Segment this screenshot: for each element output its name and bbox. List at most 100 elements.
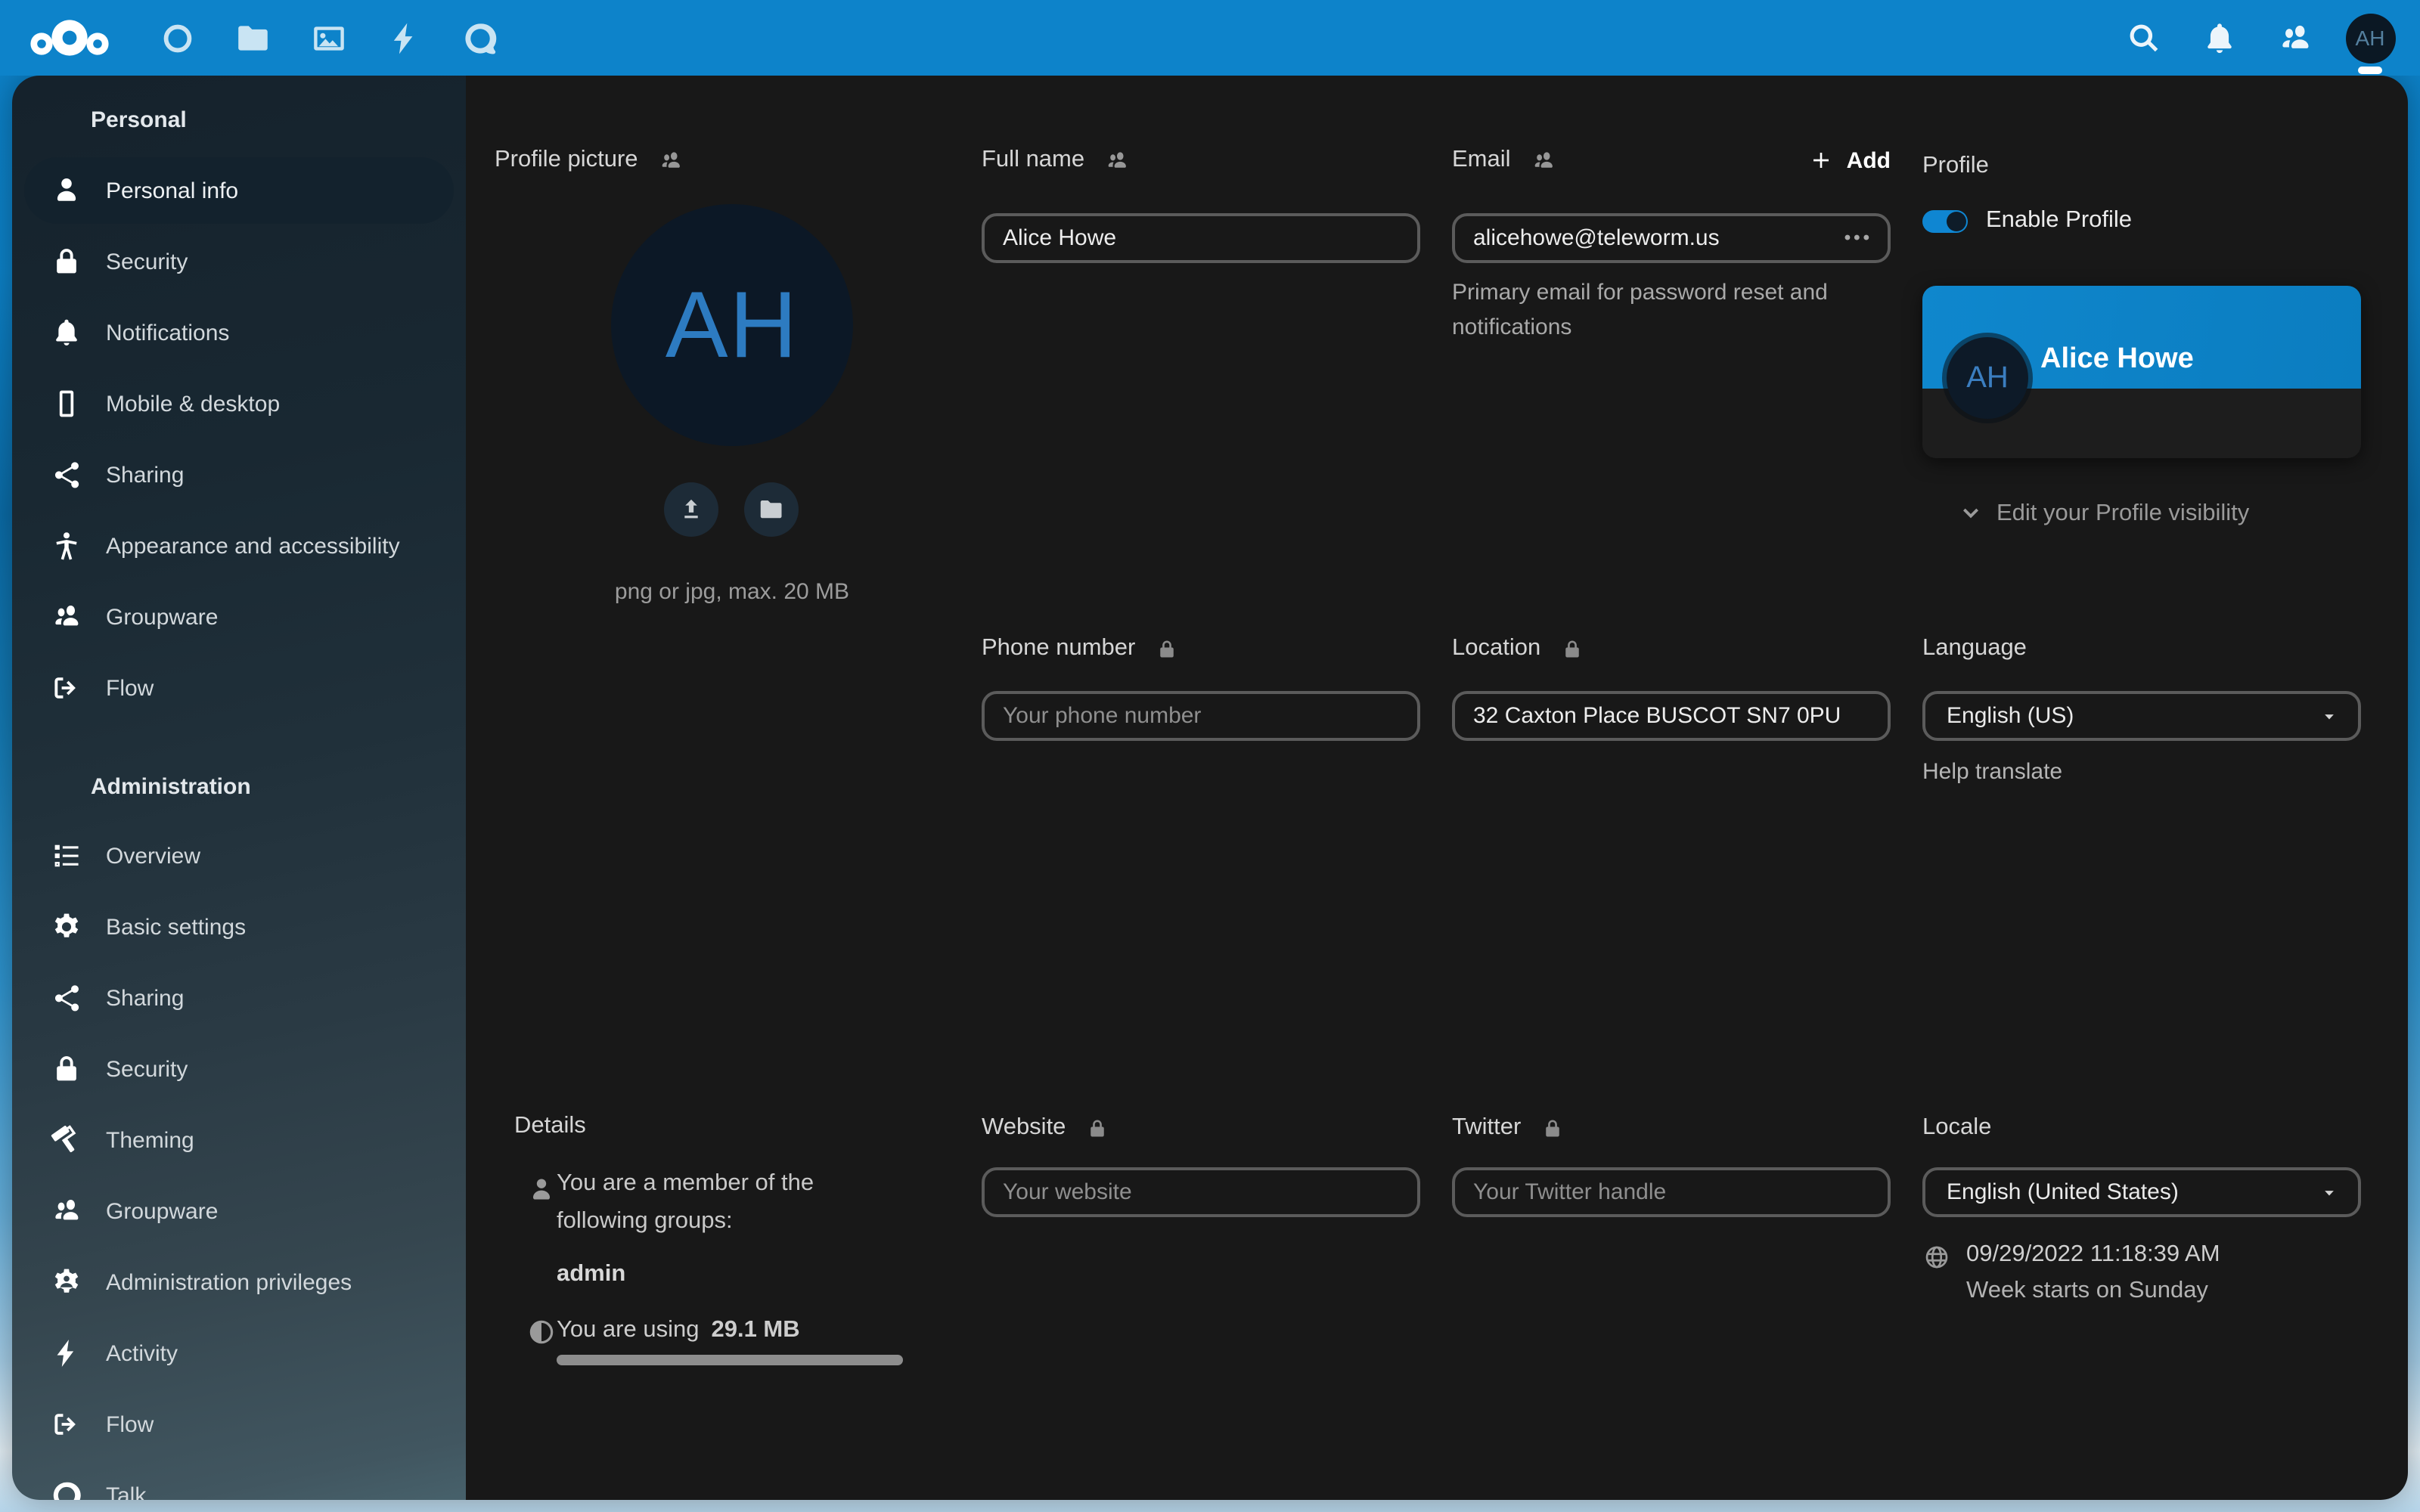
sidebar-item-admin-sharing[interactable]: Sharing bbox=[24, 965, 454, 1031]
profile-heading: Profile bbox=[1922, 150, 2361, 183]
phone-input[interactable] bbox=[982, 691, 1420, 741]
phone-label: Phone number bbox=[982, 635, 1135, 662]
sidebar-item-label: Activity bbox=[106, 1340, 178, 1366]
nextcloud-logo[interactable] bbox=[0, 0, 139, 76]
dashboard-icon bbox=[158, 19, 196, 57]
sidebar-item-admin-talk[interactable]: Talk bbox=[24, 1462, 454, 1500]
language-field: Language English (US) Help translate bbox=[1922, 632, 2361, 785]
personal-info-main: Profile picture AH png or jpg, max. 20 M… bbox=[466, 76, 2408, 1500]
sidebar-item-flow[interactable]: Flow bbox=[24, 655, 454, 721]
unified-search-button[interactable] bbox=[2105, 0, 2181, 76]
edit-profile-visibility[interactable]: Edit your Profile visibility bbox=[1956, 499, 2249, 529]
enable-profile-label: Enable Profile bbox=[1986, 207, 2132, 234]
app-photos-button[interactable] bbox=[290, 0, 366, 76]
sidebar-section-administration: Administration bbox=[91, 771, 454, 804]
language-label: Language bbox=[1922, 635, 2027, 662]
twitter-input[interactable] bbox=[1452, 1167, 1891, 1217]
talk-bubble-icon bbox=[461, 19, 498, 57]
sidebar-item-admin-flow[interactable]: Flow bbox=[24, 1391, 454, 1458]
notifications-button[interactable] bbox=[2181, 0, 2257, 76]
email-input[interactable] bbox=[1452, 213, 1891, 263]
add-email-button[interactable]: Add bbox=[1809, 147, 1891, 173]
bolt-icon bbox=[50, 1337, 83, 1370]
scope-federation-icon[interactable] bbox=[1531, 147, 1556, 173]
sidebar-item-admin-privileges[interactable]: Administration privileges bbox=[24, 1249, 454, 1315]
sidebar-item-label: Flow bbox=[106, 675, 154, 701]
top-bar: AH bbox=[0, 0, 2420, 76]
activity-bolt-icon bbox=[385, 19, 423, 57]
language-select[interactable]: English (US) bbox=[1922, 691, 2361, 741]
lock-icon[interactable] bbox=[1085, 1117, 1108, 1139]
sidebar-section-personal: Personal bbox=[91, 104, 454, 138]
upload-avatar-button[interactable] bbox=[664, 482, 718, 537]
location-input[interactable] bbox=[1452, 691, 1891, 741]
user-menu-button[interactable]: AH bbox=[2332, 0, 2408, 76]
full-name-input[interactable] bbox=[982, 213, 1420, 263]
language-value: English (US) bbox=[1947, 703, 2074, 729]
full-name-field: Full name bbox=[982, 144, 1420, 263]
website-input[interactable] bbox=[982, 1167, 1420, 1217]
app-dashboard-button[interactable] bbox=[139, 0, 215, 76]
profile-picture-label-row: Profile picture bbox=[495, 144, 684, 177]
plus-icon bbox=[1809, 148, 1833, 172]
sidebar-item-admin-groupware[interactable]: Groupware bbox=[24, 1178, 454, 1244]
contacts-menu-button[interactable] bbox=[2257, 0, 2332, 76]
lock-icon[interactable] bbox=[1155, 637, 1177, 660]
avatar: AH bbox=[2345, 13, 2395, 63]
sidebar-item-sharing[interactable]: Sharing bbox=[24, 442, 454, 508]
twitter-label: Twitter bbox=[1452, 1114, 1521, 1142]
sidebar-item-security[interactable]: Security bbox=[24, 228, 454, 295]
sidebar-item-label: Talk bbox=[106, 1483, 146, 1500]
search-icon bbox=[2124, 19, 2162, 57]
sidebar-item-appearance[interactable]: Appearance and accessibility bbox=[24, 513, 454, 579]
email-helper-text: Primary email for password reset and not… bbox=[1452, 275, 1883, 345]
lock-icon[interactable] bbox=[1560, 637, 1583, 660]
group-icon bbox=[50, 1194, 83, 1228]
sidebar-item-label: Basic settings bbox=[106, 914, 246, 940]
details-heading: Details bbox=[514, 1110, 586, 1143]
sidebar-item-basic-settings[interactable]: Basic settings bbox=[24, 894, 454, 960]
sidebar-item-label: Appearance and accessibility bbox=[106, 533, 400, 559]
enable-profile-toggle[interactable] bbox=[1922, 209, 1968, 232]
app-talk-button[interactable] bbox=[442, 0, 517, 76]
sidebar-item-groupware[interactable]: Groupware bbox=[24, 584, 454, 650]
sidebar-item-label: Sharing bbox=[106, 985, 184, 1011]
profile-card-avatar: AH bbox=[1947, 337, 2028, 419]
sidebar-item-admin-security[interactable]: Security bbox=[24, 1036, 454, 1102]
phone-field: Phone number bbox=[982, 632, 1420, 741]
nextcloud-logo-icon bbox=[27, 15, 112, 60]
gear-icon bbox=[50, 910, 83, 943]
group-icon bbox=[50, 600, 83, 634]
sidebar-item-notifications[interactable]: Notifications bbox=[24, 299, 454, 366]
lock-icon[interactable] bbox=[1540, 1117, 1563, 1139]
sidebar-item-mobile-desktop[interactable]: Mobile & desktop bbox=[24, 370, 454, 437]
upload-icon bbox=[678, 496, 705, 523]
sidebar-item-label: Administration privileges bbox=[106, 1269, 352, 1295]
sidebar-item-label: Groupware bbox=[106, 1198, 218, 1224]
avatar-upload-hint: png or jpg, max. 20 MB bbox=[513, 579, 951, 605]
email-options-menu[interactable]: ••• bbox=[1844, 226, 1872, 247]
scope-federation-icon[interactable] bbox=[658, 147, 684, 173]
location-field: Location bbox=[1452, 632, 1891, 741]
app-files-button[interactable] bbox=[215, 0, 290, 76]
sidebar-item-personal-info[interactable]: Personal info bbox=[24, 157, 454, 224]
nextcloud-settings-page: AH Personal Personal info Security Notif… bbox=[0, 0, 2420, 1512]
photos-image-icon bbox=[309, 19, 347, 57]
twitter-field: Twitter bbox=[1452, 1111, 1891, 1217]
help-translate-link[interactable]: Help translate bbox=[1922, 759, 2361, 785]
app-activity-button[interactable] bbox=[366, 0, 442, 76]
sidebar-item-admin-activity[interactable]: Activity bbox=[24, 1320, 454, 1387]
locale-select[interactable]: English (United States) bbox=[1922, 1167, 2361, 1217]
sidebar-item-overview[interactable]: Overview bbox=[24, 823, 454, 889]
quota-progress-bar bbox=[557, 1355, 903, 1365]
accessibility-icon bbox=[50, 529, 83, 562]
scope-federation-icon[interactable] bbox=[1104, 147, 1130, 173]
profile-preview-card[interactable]: Alice Howe AH bbox=[1922, 286, 2361, 458]
location-label: Location bbox=[1452, 635, 1540, 662]
profile-picture-initials: AH bbox=[666, 271, 799, 379]
choose-from-files-button[interactable] bbox=[744, 482, 799, 537]
sidebar-item-label: Notifications bbox=[106, 320, 229, 345]
caret-down-icon bbox=[2319, 1182, 2340, 1203]
lock-icon bbox=[50, 245, 83, 278]
sidebar-item-theming[interactable]: Theming bbox=[24, 1107, 454, 1173]
